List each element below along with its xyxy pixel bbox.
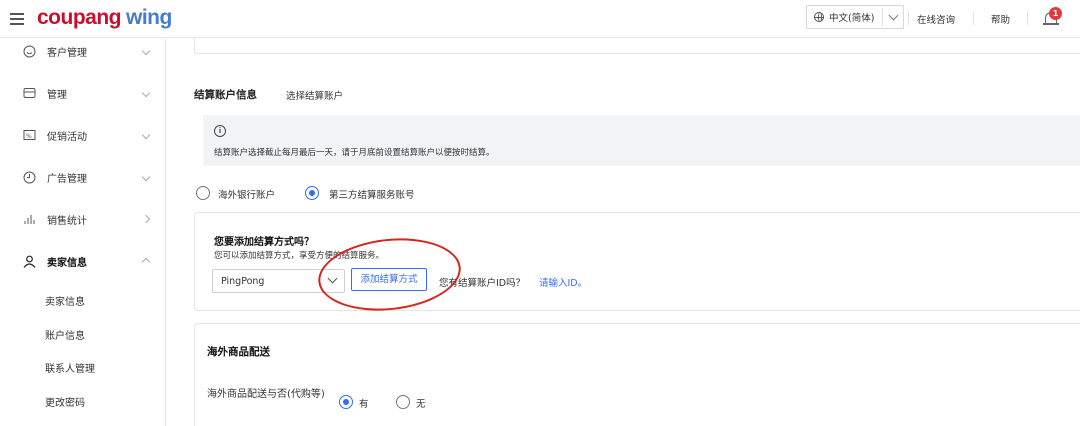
user-icon [22, 254, 36, 268]
sidebar: 客户管理 管理 % 促销活动 广告管理 销售统计 卖家信息 卖家信息 账户信息 … [0, 39, 166, 426]
top-bar: coupang wing 中文(简体) 在线咨询 帮助 1 [0, 0, 1080, 38]
chevron-down-icon [888, 10, 899, 21]
provider-select-value: PingPong [221, 276, 265, 287]
shipping-title: 海外商品配送 [207, 346, 270, 358]
svg-text:%: % [26, 133, 32, 140]
notice-text: 结算账户选择截止每月最后一天，请于月底前设置结算账户以便按时结算。 [214, 148, 495, 158]
chevron-down-icon [141, 88, 151, 98]
chevron-right-icon [141, 214, 151, 224]
shipping-card [194, 323, 1080, 426]
divider [882, 9, 883, 26]
logo-brand: coupang [37, 6, 122, 29]
chevron-down-icon [141, 46, 151, 56]
bar-chart-icon [22, 212, 36, 226]
language-select[interactable]: 中文(简体) [806, 5, 904, 29]
divider [1027, 11, 1028, 25]
sidebar-item-promotions[interactable]: % 促销活动 [0, 124, 166, 146]
sidebar-item-label: 促销活动 [47, 131, 87, 143]
sidebar-subitem-change-password[interactable]: 更改密码 [45, 394, 85, 409]
sidebar-item-label: 客户管理 [47, 47, 87, 59]
radio-third-party-account-label: 第三方结算服务账号 [329, 190, 415, 201]
sidebar-subitem-account-info[interactable]: 账户信息 [45, 327, 85, 342]
radio-shipping-no[interactable] [396, 395, 410, 409]
settlement-title: 结算账户信息 [194, 89, 257, 101]
support-link[interactable]: 在线咨询 [917, 12, 955, 26]
wallet-icon [22, 86, 36, 100]
notification-bell[interactable]: 1 [1042, 6, 1062, 28]
coupon-icon: % [22, 128, 36, 142]
divider [973, 11, 974, 25]
globe-icon [814, 12, 824, 22]
sidebar-item-manage[interactable]: 管理 [0, 82, 166, 104]
shipping-question: 海外商品配送与否(代购等) [207, 389, 325, 400]
settlement-subtitle: 选择结算账户 [286, 91, 344, 102]
settlement-notice: i 结算账户选择截止每月最后一天，请于月底前设置结算账户以便按时结算。 [203, 115, 1080, 166]
radio-shipping-yes-label: 有 [359, 399, 369, 410]
previous-card [194, 38, 1080, 54]
radio-third-party-account[interactable] [305, 186, 319, 200]
menu-icon[interactable] [10, 13, 24, 25]
sidebar-item-label: 卖家信息 [47, 257, 87, 269]
clock-icon [22, 170, 36, 184]
radio-shipping-no-label: 无 [416, 399, 426, 410]
sidebar-item-customers[interactable]: 客户管理 [0, 40, 166, 62]
add-method-question: 您要添加结算方式吗？ [214, 237, 314, 248]
info-icon: i [214, 125, 226, 137]
language-label: 中文(简体) [829, 13, 875, 24]
sidebar-subitem-contacts[interactable]: 联系人管理 [45, 360, 95, 375]
radio-bank-account-label: 海外银行账户 [218, 190, 276, 201]
sidebar-item-sales-stats[interactable]: 销售统计 [0, 208, 166, 230]
chevron-down-icon [141, 130, 151, 140]
help-link[interactable]: 帮助 [991, 12, 1010, 26]
sidebar-item-seller-info[interactable]: 卖家信息 [0, 250, 166, 272]
sidebar-item-label: 管理 [47, 89, 67, 101]
logo-product: wing [126, 6, 172, 29]
radio-bank-account[interactable] [196, 186, 210, 200]
chevron-down-icon [141, 172, 151, 182]
sidebar-item-label: 销售统计 [47, 215, 87, 227]
logo[interactable]: coupang wing [37, 6, 172, 30]
notification-badge: 1 [1049, 7, 1062, 20]
enter-id-link[interactable]: 请输入ID。 [539, 275, 587, 289]
divider [908, 11, 909, 25]
chevron-up-icon [141, 257, 151, 267]
sidebar-subitem-seller-info[interactable]: 卖家信息 [45, 293, 85, 308]
smile-icon [22, 44, 36, 58]
sidebar-item-label: 广告管理 [47, 173, 87, 185]
sidebar-item-ads[interactable]: 广告管理 [0, 166, 166, 188]
radio-shipping-yes[interactable] [339, 395, 353, 409]
